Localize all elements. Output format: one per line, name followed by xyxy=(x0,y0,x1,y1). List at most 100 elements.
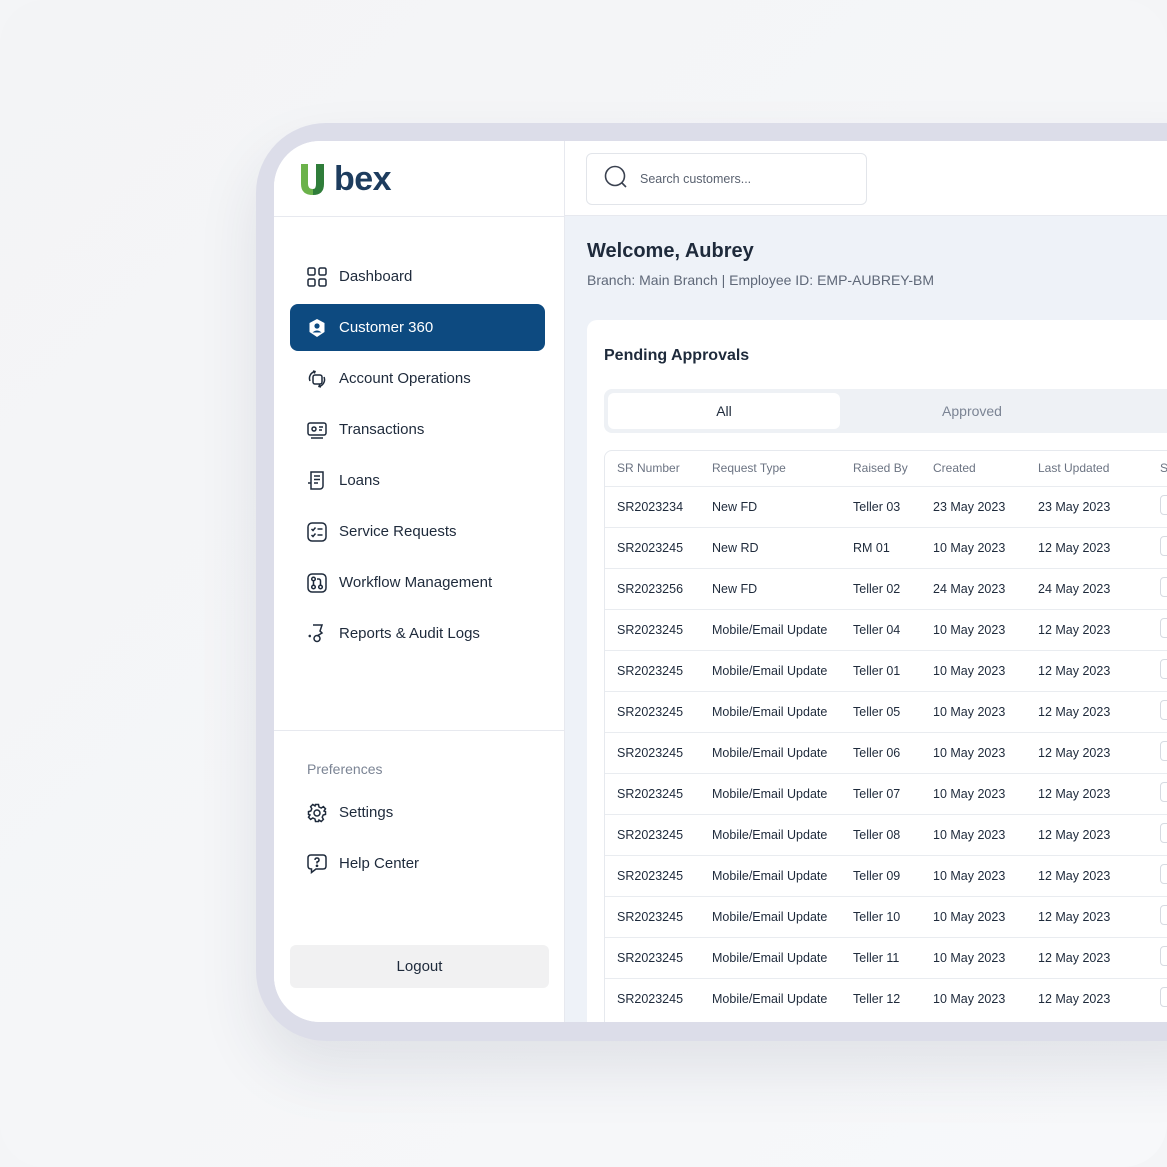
table-row[interactable]: SR2023256 New FD Teller 02 24 May 2023 24 Ma… xyxy=(605,567,1167,609)
preferences-heading: Preferences xyxy=(307,761,383,777)
column-header[interactable]: Last Updated xyxy=(1026,451,1148,486)
status-badge[interactable] xyxy=(1160,700,1167,720)
status-cell xyxy=(1148,895,1167,937)
top-bar xyxy=(565,141,1167,216)
app-screen: bex Dashboard Customer 360 Account Opera… xyxy=(274,141,1167,1022)
table-cell: 10 May 2023 xyxy=(921,608,1026,650)
sidebar-item-account-operations[interactable]: Account Operations xyxy=(290,355,545,402)
sidebar-item-transactions[interactable]: Transactions xyxy=(290,406,545,453)
column-header[interactable]: Created xyxy=(921,451,1026,486)
transactions-icon xyxy=(306,419,328,441)
table-cell: Teller 08 xyxy=(841,813,921,855)
tab-all[interactable]: All xyxy=(608,393,840,429)
table-row[interactable]: SR2023234 New FD Teller 03 23 May 2023 23 Ma… xyxy=(605,485,1167,527)
status-badge[interactable] xyxy=(1160,618,1167,638)
table-cell: SR2023245 xyxy=(605,977,700,1019)
status-cell xyxy=(1148,731,1167,773)
logo-text: bex xyxy=(334,160,392,198)
table-cell: SR2023245 xyxy=(605,526,700,568)
table-cell: 12 May 2023 xyxy=(1026,854,1148,896)
divider xyxy=(274,216,565,217)
table-row[interactable]: SR2023245 Mobile/Email Update Teller 06 10 … xyxy=(605,731,1167,773)
sidebar-item-workflow-management[interactable]: Workflow Management xyxy=(290,559,545,606)
status-cell xyxy=(1148,485,1167,527)
divider xyxy=(274,730,565,731)
table-cell: 10 May 2023 xyxy=(921,854,1026,896)
table-cell: Teller 01 xyxy=(841,649,921,691)
table-cell: 10 May 2023 xyxy=(921,690,1026,732)
sidebar-item-help-center[interactable]: Help Center xyxy=(290,840,545,887)
status-badge[interactable] xyxy=(1160,864,1167,884)
status-cell xyxy=(1148,977,1167,1019)
table-cell: Mobile/Email Update xyxy=(700,813,841,855)
card-title: Pending Approvals xyxy=(604,347,750,364)
table-cell: Mobile/Email Update xyxy=(700,649,841,691)
table-row[interactable]: SR2023245 Mobile/Email Update Teller 09 10 … xyxy=(605,854,1167,896)
status-badge[interactable] xyxy=(1160,782,1167,802)
table-cell: Teller 10 xyxy=(841,895,921,937)
table-row[interactable]: SR2023245 New RD RM 01 10 May 2023 12 May 20… xyxy=(605,526,1167,568)
status-badge[interactable] xyxy=(1160,905,1167,925)
table-cell: SR2023245 xyxy=(605,772,700,814)
table-cell: Teller 04 xyxy=(841,608,921,650)
sidebar-item-reports-audit-logs[interactable]: Reports & Audit Logs xyxy=(290,610,545,657)
search-icon xyxy=(604,165,628,194)
preferences-nav: Settings Help Center xyxy=(290,789,545,891)
page-title: Welcome, Aubrey xyxy=(587,240,754,262)
sidebar-item-label: Account Operations xyxy=(339,370,471,387)
status-cell xyxy=(1148,854,1167,896)
table-row[interactable]: SR2023245 Mobile/Email Update Teller 10 10 … xyxy=(605,895,1167,937)
table-cell: 10 May 2023 xyxy=(921,731,1026,773)
table-row[interactable]: SR2023245 Mobile/Email Update Teller 12 10 … xyxy=(605,977,1167,1019)
table-row[interactable]: SR2023245 Mobile/Email Update Teller 08 10 … xyxy=(605,813,1167,855)
table-row[interactable]: SR2023245 Mobile/Email Update Teller 07 10 … xyxy=(605,772,1167,814)
workflow-icon xyxy=(306,572,328,594)
status-badge[interactable] xyxy=(1160,987,1167,1008)
table-cell: 10 May 2023 xyxy=(921,813,1026,855)
table-cell: Teller 02 xyxy=(841,567,921,609)
column-header[interactable]: Raised By xyxy=(841,451,921,486)
table-cell: New RD xyxy=(700,526,841,568)
status-badge[interactable] xyxy=(1160,946,1167,966)
table-row[interactable]: SR2023245 Mobile/Email Update Teller 11 10 … xyxy=(605,936,1167,978)
table-cell: New FD xyxy=(700,567,841,609)
column-header[interactable]: Request Type xyxy=(700,451,841,486)
status-badge[interactable] xyxy=(1160,577,1167,597)
table-cell: 12 May 2023 xyxy=(1026,690,1148,732)
sidebar-item-label: Transactions xyxy=(339,421,425,438)
sidebar-item-label: Loans xyxy=(339,472,380,489)
table-cell: SR2023234 xyxy=(605,485,700,527)
status-badge[interactable] xyxy=(1160,741,1167,761)
table-cell: Teller 12 xyxy=(841,977,921,1019)
table-cell: 23 May 2023 xyxy=(1026,485,1148,527)
branch-info: Branch: Main Branch | Employee ID: EMP-A… xyxy=(587,272,935,288)
table-cell: 12 May 2023 xyxy=(1026,731,1148,773)
status-badge[interactable] xyxy=(1160,536,1167,556)
status-badge[interactable] xyxy=(1160,495,1167,515)
sidebar-item-loans[interactable]: Loans xyxy=(290,457,545,504)
table-cell: New FD xyxy=(700,485,841,527)
sidebar-item-label: Workflow Management xyxy=(339,574,493,591)
sidebar-item-service-requests[interactable]: Service Requests xyxy=(290,508,545,555)
sidebar-item-dashboard[interactable]: Dashboard xyxy=(290,253,545,300)
sidebar-item-customer-360[interactable]: Customer 360 xyxy=(290,304,545,351)
table-cell: Mobile/Email Update xyxy=(700,936,841,978)
status-cell xyxy=(1148,567,1167,609)
column-header[interactable]: SR Number xyxy=(605,451,700,486)
sidebar: bex Dashboard Customer 360 Account Opera… xyxy=(274,141,565,1022)
sidebar-item-settings[interactable]: Settings xyxy=(290,789,545,836)
table-row[interactable]: SR2023245 Mobile/Email Update Teller 01 10 … xyxy=(605,649,1167,691)
logo-u-icon xyxy=(298,162,328,196)
status-badge[interactable] xyxy=(1160,823,1167,843)
column-header[interactable]: S xyxy=(1148,451,1167,486)
status-badge[interactable] xyxy=(1160,659,1167,679)
table-row[interactable]: SR2023245 Mobile/Email Update Teller 05 10 … xyxy=(605,690,1167,732)
logout-button[interactable]: Logout xyxy=(290,945,549,988)
table-row[interactable]: SR2023245 Mobile/Email Update Teller 04 10 … xyxy=(605,608,1167,650)
table-cell: 12 May 2023 xyxy=(1026,772,1148,814)
search-box[interactable] xyxy=(586,153,867,205)
background-canvas: bex Dashboard Customer 360 Account Opera… xyxy=(0,0,1167,1167)
search-input[interactable] xyxy=(640,172,840,186)
tab-approved[interactable]: Approved xyxy=(856,393,1088,429)
sidebar-item-label: Dashboard xyxy=(339,268,413,285)
